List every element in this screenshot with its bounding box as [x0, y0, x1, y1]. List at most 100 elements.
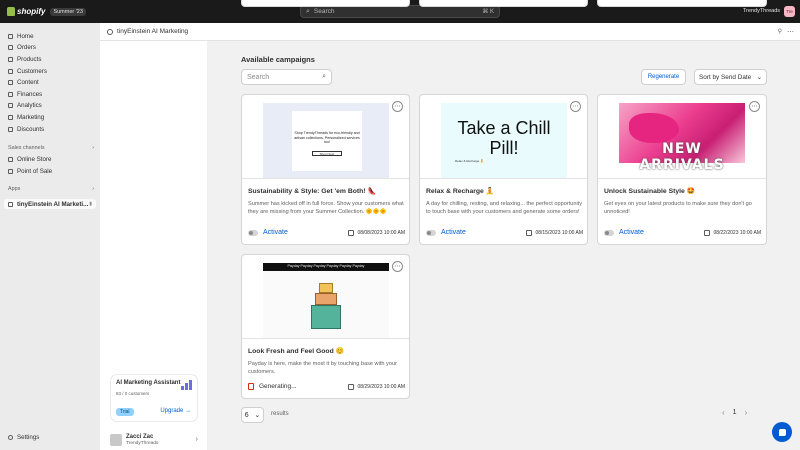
more-icon[interactable]: ⋯ — [749, 101, 760, 112]
chevron-right-icon[interactable]: › — [745, 408, 748, 417]
campaign-thumbnail[interactable]: Shop TrendyThreads for eco-friendly and … — [263, 103, 389, 178]
send-date[interactable]: 08/22/2023 10:00 AM — [704, 229, 761, 236]
sidebar-item-label: Online Store — [17, 155, 52, 163]
upgrade-link[interactable]: Upgrade → — [160, 408, 191, 414]
results-label: results — [271, 411, 289, 417]
campaign-description: Summer has kicked off in full force. Sho… — [248, 201, 404, 215]
sidebar-item-settings[interactable]: Settings — [4, 432, 96, 442]
chart-icon — [8, 102, 13, 108]
send-date[interactable]: 08/08/2023 10:00 AM — [348, 229, 405, 236]
person-icon — [8, 68, 13, 74]
sidebar-item-customers[interactable]: Customers — [4, 66, 96, 76]
sidebar-item-home[interactable]: Home — [4, 31, 96, 41]
campaign-title: Relax & Recharge 🧘 — [426, 188, 495, 195]
regenerate-button[interactable]: Regenerate — [641, 69, 686, 85]
store-avatar[interactable]: Tre — [784, 6, 795, 17]
sidebar-item-analytics[interactable]: Analytics — [4, 100, 96, 110]
page-number[interactable]: 1 — [733, 409, 737, 416]
payday-banner: Payday Payday Payday Payday Payday Payda… — [263, 263, 389, 271]
pin-icon[interactable]: ⚲ — [778, 28, 782, 35]
campaign-title: Look Fresh and Feel Good 😊 — [248, 348, 345, 355]
sidebar-item-content[interactable]: Content — [4, 77, 96, 87]
date-text: 08/08/2023 10:00 AM — [357, 229, 405, 236]
campaign-card[interactable]: Shop TrendyThreads for eco-friendly and … — [241, 94, 410, 245]
sidebar-item-marketing[interactable]: Marketing — [4, 112, 96, 122]
sales-channels-header[interactable]: Sales channels › — [8, 145, 94, 151]
activate-toggle[interactable] — [426, 229, 436, 236]
campaign-thumbnail[interactable]: NEW ARRIVALS — [619, 103, 745, 178]
apps-label: Apps — [8, 186, 21, 192]
search-placeholder: Search — [247, 73, 270, 81]
card-divider — [242, 338, 409, 339]
search-icon: ⌕ — [306, 7, 310, 15]
user-profile[interactable]: Zacci Zac TrendyThreads › — [110, 431, 198, 448]
pagination: ‹ 1 › — [722, 408, 747, 417]
campaign-thumbnail[interactable]: Payday Payday Payday Payday Payday Payda… — [263, 263, 389, 338]
more-icon[interactable]: ⋯ — [787, 28, 794, 36]
sidebar-item-products[interactable]: Products — [4, 54, 96, 64]
card-stub — [419, 0, 588, 7]
campaigns-heading: Available campaigns — [241, 55, 315, 64]
thumb-text: Payday Payday Payday Payday Payday Payda… — [287, 264, 365, 268]
campaign-card[interactable]: Take a Chill Pill! Relax & Recharge 🧘 ⋯ … — [419, 94, 588, 245]
chat-button[interactable] — [772, 422, 792, 442]
more-icon[interactable]: ⋯ — [570, 101, 581, 112]
activate-link[interactable]: Activate — [619, 229, 644, 236]
campaign-description: Get eyes on your latest products to make… — [604, 201, 752, 215]
sort-select[interactable]: Sort by Send Date ⌄ — [694, 69, 767, 85]
campaign-footer: Activate 08/08/2023 10:00 AM — [248, 229, 405, 236]
more-icon[interactable]: ⋯ — [392, 261, 403, 272]
sidebar-item-orders[interactable]: Orders — [4, 42, 96, 52]
orders-icon — [8, 44, 13, 50]
sidebar-item-label: Point of Sale — [17, 167, 53, 175]
discount-icon — [8, 126, 13, 132]
activate-link[interactable]: Activate — [263, 229, 288, 236]
calendar-icon — [348, 383, 355, 390]
chat-icon — [778, 428, 786, 436]
pos-icon — [8, 168, 13, 174]
more-icon[interactable]: ⋯ — [392, 101, 403, 112]
generating-status: Generating... — [259, 383, 297, 390]
sidebar-item-finances[interactable]: Finances — [4, 89, 96, 99]
pin-icon[interactable]: ▮ — [89, 201, 92, 207]
send-date[interactable]: 08/15/2023 10:00 AM — [526, 229, 583, 236]
campaign-card[interactable]: NEW ARRIVALS ⋯ Unlock Sustainable Style … — [597, 94, 767, 245]
campaign-title: Sustainability & Style: Get 'em Both! 👠 — [248, 188, 376, 195]
date-text: 08/15/2023 10:00 AM — [535, 229, 583, 236]
sidebar-item-label: Marketing — [17, 113, 45, 121]
sidebar-item-label: tinyEinstein AI Marketi... — [17, 200, 89, 208]
apps-header[interactable]: Apps › — [8, 186, 94, 192]
app-icon — [107, 28, 113, 35]
search-shortcut: ⌘ K — [482, 9, 494, 15]
sidebar-item-label: Analytics — [17, 101, 42, 109]
campaign-title: Unlock Sustainable Style 🤩 — [604, 188, 696, 195]
campaign-search-input[interactable]: Search ⌕ — [241, 69, 332, 85]
activate-toggle[interactable] — [248, 229, 258, 236]
sidebar-item-point-of-sale[interactable]: Point of Sale — [4, 166, 96, 176]
assistant-subtitle: 83 / 0 customers — [116, 391, 150, 396]
chevron-right-icon: › — [92, 186, 94, 192]
sidebar-item-label: Discounts — [17, 125, 45, 133]
sidebar-item-tinyeinstein[interactable]: tinyEinstein AI Marketi... ▮ — [4, 199, 96, 209]
search-icon: ⌕ — [322, 73, 326, 80]
arrow-right-icon: → — [185, 408, 191, 414]
chevron-left-icon[interactable]: ‹ — [722, 408, 725, 417]
edition-badge[interactable]: Summer '23 — [50, 7, 86, 16]
per-page-select[interactable]: 6 ⌄ — [241, 407, 264, 423]
shopify-logo[interactable]: shopify — [7, 7, 45, 16]
campaign-thumbnail[interactable]: Take a Chill Pill! Relax & Recharge 🧘 — [441, 103, 567, 178]
sidebar-item-discounts[interactable]: Discounts — [4, 124, 96, 134]
campaign-footer: Generating... 08/29/2023 10:00 AM — [248, 383, 405, 390]
chevron-right-icon: › — [92, 145, 94, 151]
sidebar-item-label: Finances — [17, 90, 43, 98]
card-divider — [598, 178, 766, 179]
calendar-icon — [348, 229, 355, 236]
campaign-card[interactable]: Payday Payday Payday Payday Payday Payda… — [241, 254, 410, 399]
activate-toggle[interactable] — [604, 229, 614, 236]
send-date[interactable]: 08/29/2023 10:00 AM — [348, 383, 405, 390]
store-name[interactable]: TrendyThreads — [743, 8, 780, 14]
activate-link[interactable]: Activate — [441, 229, 466, 236]
card-stub — [597, 0, 767, 7]
sidebar-item-online-store[interactable]: Online Store — [4, 154, 96, 164]
sales-channels-label: Sales channels — [8, 145, 45, 151]
